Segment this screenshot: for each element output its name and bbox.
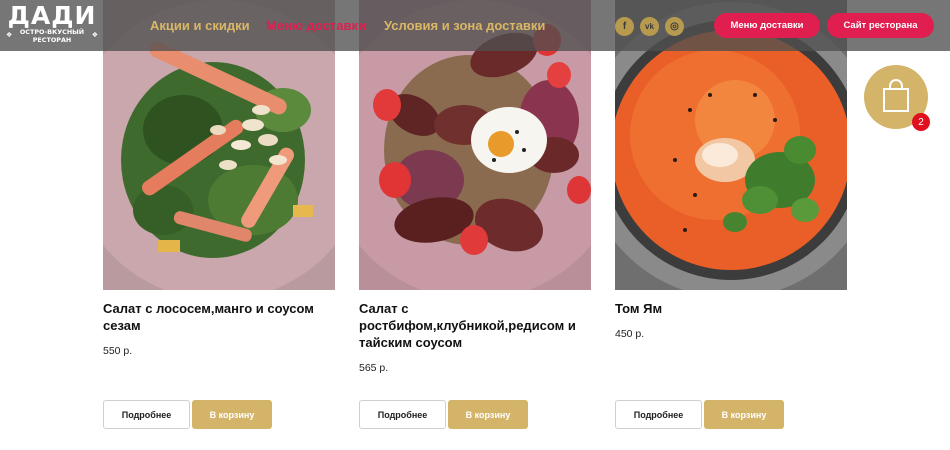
facebook-icon[interactable]: f bbox=[615, 17, 634, 36]
product-price: 565 р. bbox=[359, 362, 389, 374]
product-card: Том Ям 450 р. Подробнее В корзину bbox=[615, 0, 847, 450]
nav-delivery-menu[interactable]: Меню доставки bbox=[266, 18, 366, 33]
cart-count-badge: 2 bbox=[912, 113, 930, 131]
restaurant-site-button[interactable]: Сайт ресторана bbox=[827, 13, 934, 38]
logo-tagline-line2: РЕСТОРАН bbox=[32, 36, 72, 44]
product-card: Салат с ростбифом,клубникой,редисом и та… bbox=[359, 0, 591, 450]
product-title: Салат с лососем,манго и соусом сезам bbox=[103, 301, 314, 333]
product-title: Салат с ростбифом,клубникой,редисом и та… bbox=[359, 301, 576, 350]
add-to-cart-button[interactable]: В корзину bbox=[704, 400, 784, 429]
add-to-cart-button[interactable]: В корзину bbox=[448, 400, 528, 429]
vk-icon[interactable]: vk bbox=[640, 17, 659, 36]
details-button[interactable]: Подробнее bbox=[615, 400, 702, 429]
product-title: Том Ям bbox=[615, 301, 663, 316]
product-card: Салат с лососем,манго и соусом сезам 550… bbox=[103, 0, 335, 450]
add-to-cart-button[interactable]: В корзину bbox=[192, 400, 272, 429]
ornament-icon: ❖ bbox=[6, 32, 13, 39]
instagram-icon[interactable]: ◎ bbox=[665, 17, 684, 36]
restaurant-logo[interactable]: ДАДИ ОСТРО-ВКУСНЫЙ РЕСТОРАН ❖ ❖ bbox=[6, 3, 98, 48]
nav-delivery-terms[interactable]: Условия и зона доставки bbox=[384, 18, 545, 33]
nav-promotions[interactable]: Акции и скидки bbox=[150, 18, 250, 33]
product-price: 550 р. bbox=[103, 345, 133, 357]
shopping-bag-icon bbox=[883, 79, 909, 112]
details-button[interactable]: Подробнее bbox=[103, 400, 190, 429]
site-header: ДАДИ ОСТРО-ВКУСНЫЙ РЕСТОРАН ❖ ❖ Акции и … bbox=[0, 0, 950, 51]
details-button[interactable]: Подробнее bbox=[359, 400, 446, 429]
ornament-icon: ❖ bbox=[91, 32, 98, 39]
delivery-menu-button[interactable]: Меню доставки bbox=[714, 13, 820, 38]
product-price: 450 р. bbox=[615, 328, 645, 340]
logo-wordmark: ДАДИ bbox=[7, 1, 97, 30]
